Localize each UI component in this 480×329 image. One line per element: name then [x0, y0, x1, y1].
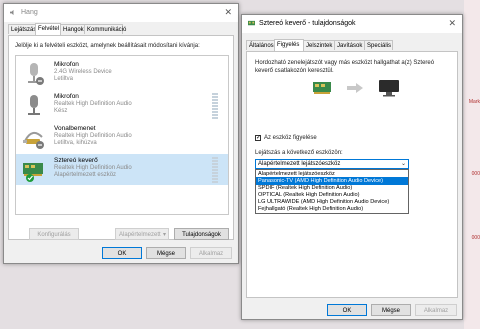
monitor-icon [379, 80, 399, 97]
ok-button[interactable]: OK [102, 247, 142, 259]
device-driver: Realtek High Definition Audio [54, 101, 132, 107]
close-button[interactable]: ✕ [448, 18, 456, 28]
stereo-mix-icon [248, 20, 255, 26]
device-item-vonalbemenet[interactable]: Vonalbemenet Realtek High Definition Aud… [16, 122, 228, 153]
ok-button[interactable]: OK [327, 304, 367, 316]
arrow-right-icon [347, 83, 363, 93]
close-button[interactable]: ✕ [224, 7, 232, 17]
tab-listen[interactable]: Figyelés [274, 39, 304, 51]
microphone-icon [28, 63, 44, 85]
title-bar[interactable]: Sztereó keverő - tulajdonságok ✕ [242, 15, 462, 33]
background-text: 000 [471, 171, 480, 177]
stereo-mix-icon [23, 163, 43, 182]
properties-button[interactable]: Tulajdonságok [174, 228, 229, 240]
tab-communications[interactable]: Kommunikáció [84, 24, 126, 34]
level-meter [212, 157, 218, 183]
listen-pane: Hordozható zenelejátszót vagy más eszköz… [246, 51, 458, 298]
select-value: Alapértelmezett lejátszóeszköz [258, 161, 341, 167]
set-default-label: Alapértelmezett [119, 232, 161, 238]
line-in-icon [23, 131, 44, 149]
sound-card-icon [313, 82, 331, 94]
cancel-button[interactable]: Mégse [371, 304, 411, 316]
sound-dialog: Hang ✕ Lejátszás Felvétel Hangok Kommuni… [3, 3, 239, 264]
device-item-mikrofon-wireless[interactable]: Mikrofon 2.4G Wireless Device Letiltva [16, 58, 228, 89]
device-list[interactable]: Mikrofon 2.4G Wireless Device Letiltva M… [15, 55, 229, 215]
listen-checkbox-label: Az eszköz figyelése [264, 135, 317, 141]
tab-levels[interactable]: Jelszintek [303, 40, 335, 50]
device-name: Vonalbemenet [54, 125, 96, 132]
chevron-down-icon: ▾ [162, 232, 166, 238]
cancel-button[interactable]: Mégse [146, 247, 186, 259]
device-name: Sztereó keverő [54, 157, 98, 164]
description-text: keverő csatlakozón keresztül. [255, 68, 334, 74]
apply-button[interactable]: Alkalmaz [190, 247, 232, 259]
tab-playback[interactable]: Lejátszás [8, 24, 36, 34]
stereo-mix-properties-dialog: Sztereó keverő - tulajdonságok ✕ Általán… [241, 14, 463, 320]
instruction-text: Jelölje ki a felvételi eszközt, amelynek… [15, 43, 200, 49]
device-status: Letiltva [54, 76, 74, 82]
background-window-strip [464, 0, 480, 329]
window-title: Hang [21, 9, 38, 16]
listen-checkbox[interactable]: ✓ [255, 135, 261, 141]
playback-device-label: Lejátszás a következő eszközön: [255, 150, 343, 156]
device-status: Alapértelmezett eszköz [54, 172, 117, 178]
tab-general[interactable]: Általános [246, 40, 275, 50]
tab-sounds[interactable]: Hangok [60, 24, 85, 34]
device-status: Letiltva, kihúzva [54, 140, 97, 146]
chevron-down-icon: ⌄ [400, 161, 406, 167]
apply-button[interactable]: Alkalmaz [415, 304, 457, 316]
microphone-icon [28, 95, 40, 115]
device-item-mikrofon-realtek[interactable]: Mikrofon Realtek High Definition Audio K… [16, 90, 228, 121]
recording-pane: Jelölje ki a felvételi eszközt, amelynek… [8, 35, 234, 240]
background-text: Mark [468, 99, 480, 105]
description-text: Hordozható zenelejátszót vagy más eszköz… [255, 60, 435, 66]
set-default-button[interactable]: Alapértelmezett ▾ [115, 228, 169, 240]
device-driver: 2.4G Wireless Device [54, 69, 112, 75]
title-bar[interactable]: Hang ✕ [4, 4, 238, 22]
device-name: Mikrofon [54, 61, 79, 68]
speaker-icon [10, 9, 14, 16]
level-meter [212, 93, 218, 119]
playback-device-select[interactable]: Alapértelmezett lejátszóeszköz ⌄ [255, 159, 409, 169]
configure-button[interactable]: Konfigurálás [29, 228, 79, 240]
dropdown-option[interactable]: Fejhallgató (Realtek High Definition Aud… [256, 205, 408, 213]
device-status: Kész [54, 108, 68, 114]
tab-recording[interactable]: Felvétel [35, 23, 61, 35]
background-text: 000 [471, 235, 480, 241]
playback-device-dropdown: Alapértelmezett lejátszóeszköz Panasonic… [255, 169, 409, 214]
window-title: Sztereó keverő - tulajdonságok [259, 20, 356, 27]
device-driver: Realtek High Definition Audio [54, 165, 132, 171]
tab-advanced[interactable]: Speciális [364, 40, 393, 50]
tab-enhancements[interactable]: Javítások [334, 40, 365, 50]
device-name: Mikrofon [54, 93, 79, 100]
device-item-sztereo-kevero[interactable]: Sztereó keverő Realtek High Definition A… [16, 154, 228, 185]
device-driver: Realtek High Definition Audio [54, 133, 132, 139]
